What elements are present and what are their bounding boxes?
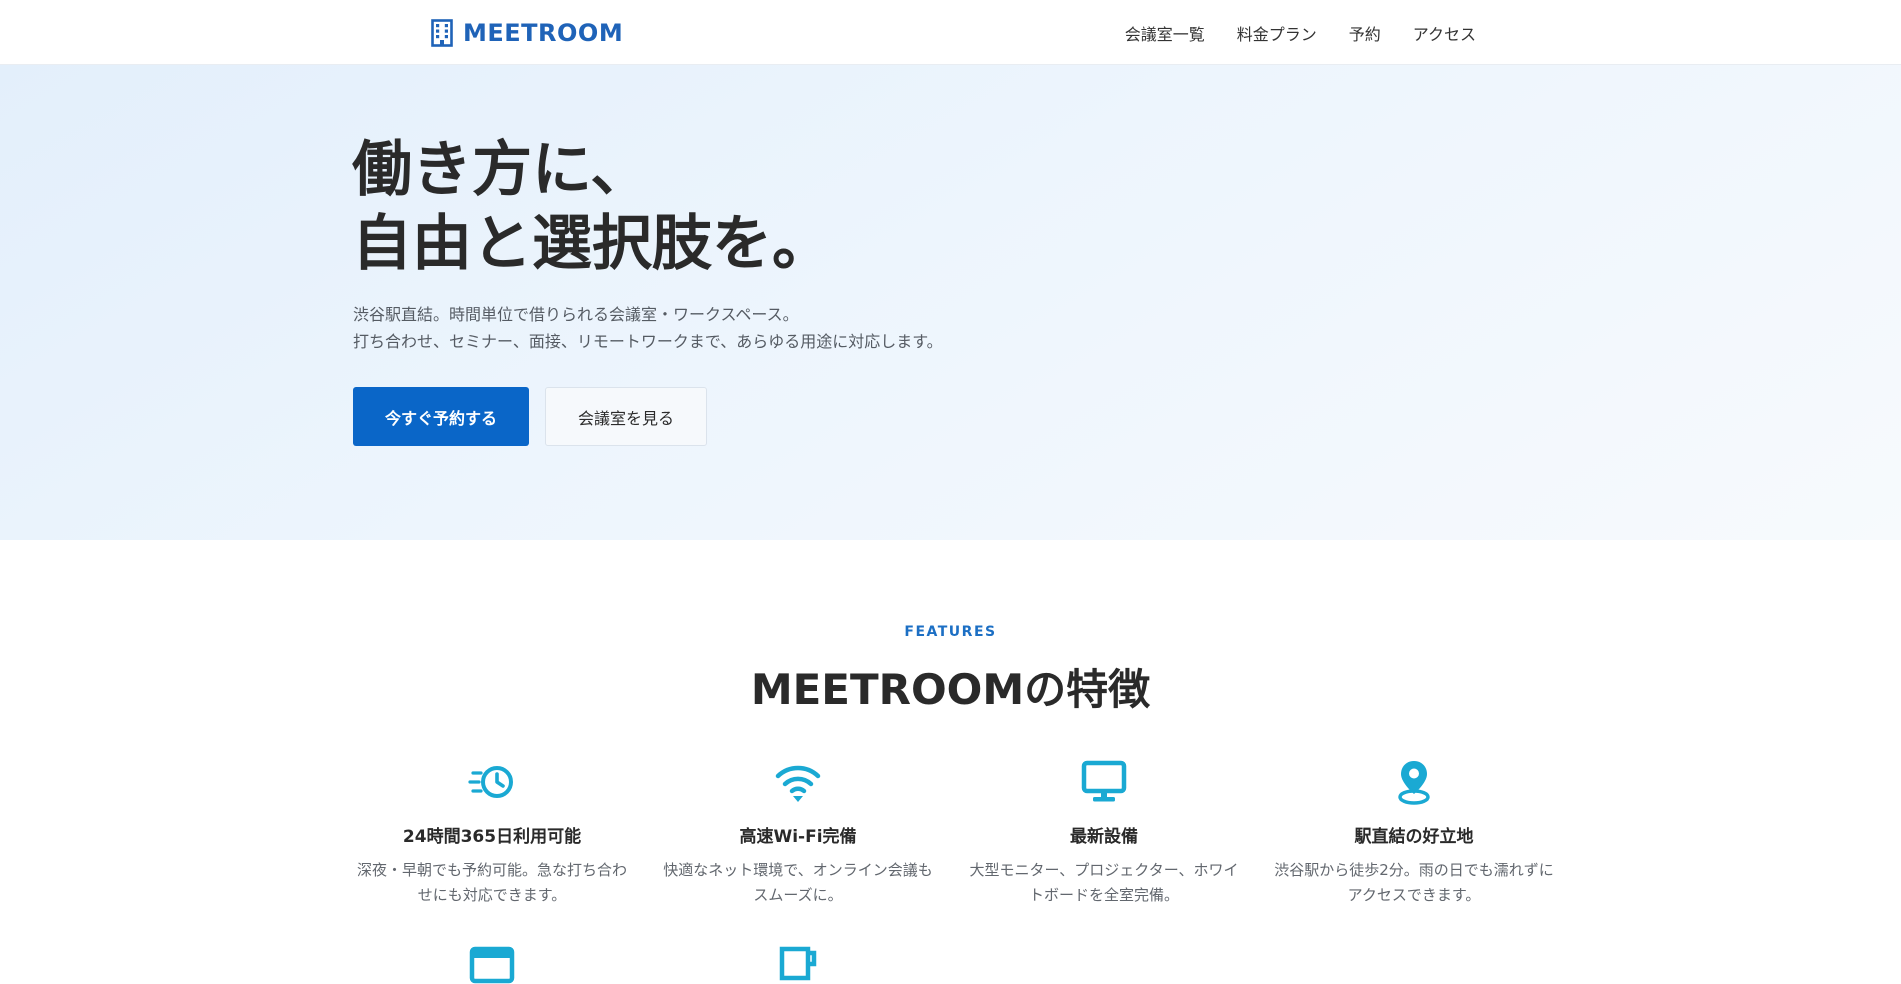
feature-name: 高速Wi-Fi完備: [739, 827, 857, 847]
feature-description: 渋谷駅から徒歩2分。雨の日でも濡れずにアクセスできます。: [1274, 861, 1554, 904]
site-header: MEETROOM 会議室一覧 料金プラン 予約 アクセス: [0, 0, 1901, 65]
nav-item-access[interactable]: アクセス: [1413, 21, 1476, 45]
hero-title: 働き方に、 自由と選択肢を。: [352, 133, 832, 281]
main-nav: 会議室一覧 料金プラン 予約 アクセス: [1125, 0, 1476, 65]
hero-section: 働き方に、 自由と選択肢を。 渋谷駅直結。時間単位で借りられる会議室・ワークスペ…: [0, 65, 1901, 540]
building-icon: [431, 19, 453, 47]
feature-description: 快適なネット環境で、オンライン会議もスムーズに。: [663, 861, 933, 904]
wifi-icon: [775, 765, 821, 802]
feature-name: 24時間365日利用可能: [402, 827, 582, 847]
hero-description-line-1: 渋谷駅直結。時間単位で借りられる会議室・ワークスペース。: [353, 305, 799, 324]
hero-description-line-2: 打ち合わせ、セミナー、面接、リモートワークまで、あらゆる用途に対応します。: [353, 332, 943, 351]
nav-item-rooms[interactable]: 会議室一覧: [1125, 21, 1205, 45]
nav-item-reservation[interactable]: 予約: [1349, 21, 1381, 45]
feature-name: 駅直結の好立地: [1354, 827, 1474, 847]
feature-card-location: 駅直結の好立地 渋谷駅から徒歩2分。雨の日でも濡れずにアクセスできます。: [1272, 758, 1556, 908]
logo-text: MEETROOM: [463, 19, 624, 47]
feature-card-wifi: 高速Wi-Fi完備 快適なネット環境で、オンライン会議もスムーズに。: [656, 758, 940, 908]
hero-title-line-1: 働き方に、: [352, 135, 651, 205]
reserve-now-button[interactable]: 今すぐ予約する: [353, 387, 529, 446]
logo-link[interactable]: MEETROOM: [431, 15, 623, 51]
monitor-icon: [1081, 760, 1127, 802]
view-rooms-button[interactable]: 会議室を見る: [545, 387, 707, 446]
nav-item-pricing[interactable]: 料金プラン: [1237, 21, 1317, 45]
calendar-icon: [469, 946, 515, 984]
feature-name: 最新設備: [1070, 827, 1138, 847]
features-eyebrow: FEATURES: [904, 624, 997, 640]
feature-card-24h: 24時間365日利用可能 深夜・早朝でも予約可能。急な打ち合わせにも対応できます…: [350, 758, 634, 908]
feature-description: 深夜・早朝でも予約可能。急な打ち合わせにも対応できます。: [356, 861, 627, 904]
hero-title-line-2: 自由と選択肢を。: [352, 209, 832, 279]
feature-description: 大型モニター、プロジェクター、ホワイトボードを全室完備。: [969, 861, 1239, 904]
map-pin-icon: [1398, 761, 1430, 805]
fast-clock-icon: [468, 766, 513, 798]
feature-card-equipment: 最新設備 大型モニター、プロジェクター、ホワイトボードを全室完備。: [962, 758, 1246, 908]
features-title: MEETROOMの特徴: [750, 665, 1151, 714]
coffee-cup-icon: [779, 946, 817, 981]
hero-description: 渋谷駅直結。時間単位で借りられる会議室・ワークスペース。 打ち合わせ、セミナー、…: [353, 301, 943, 355]
